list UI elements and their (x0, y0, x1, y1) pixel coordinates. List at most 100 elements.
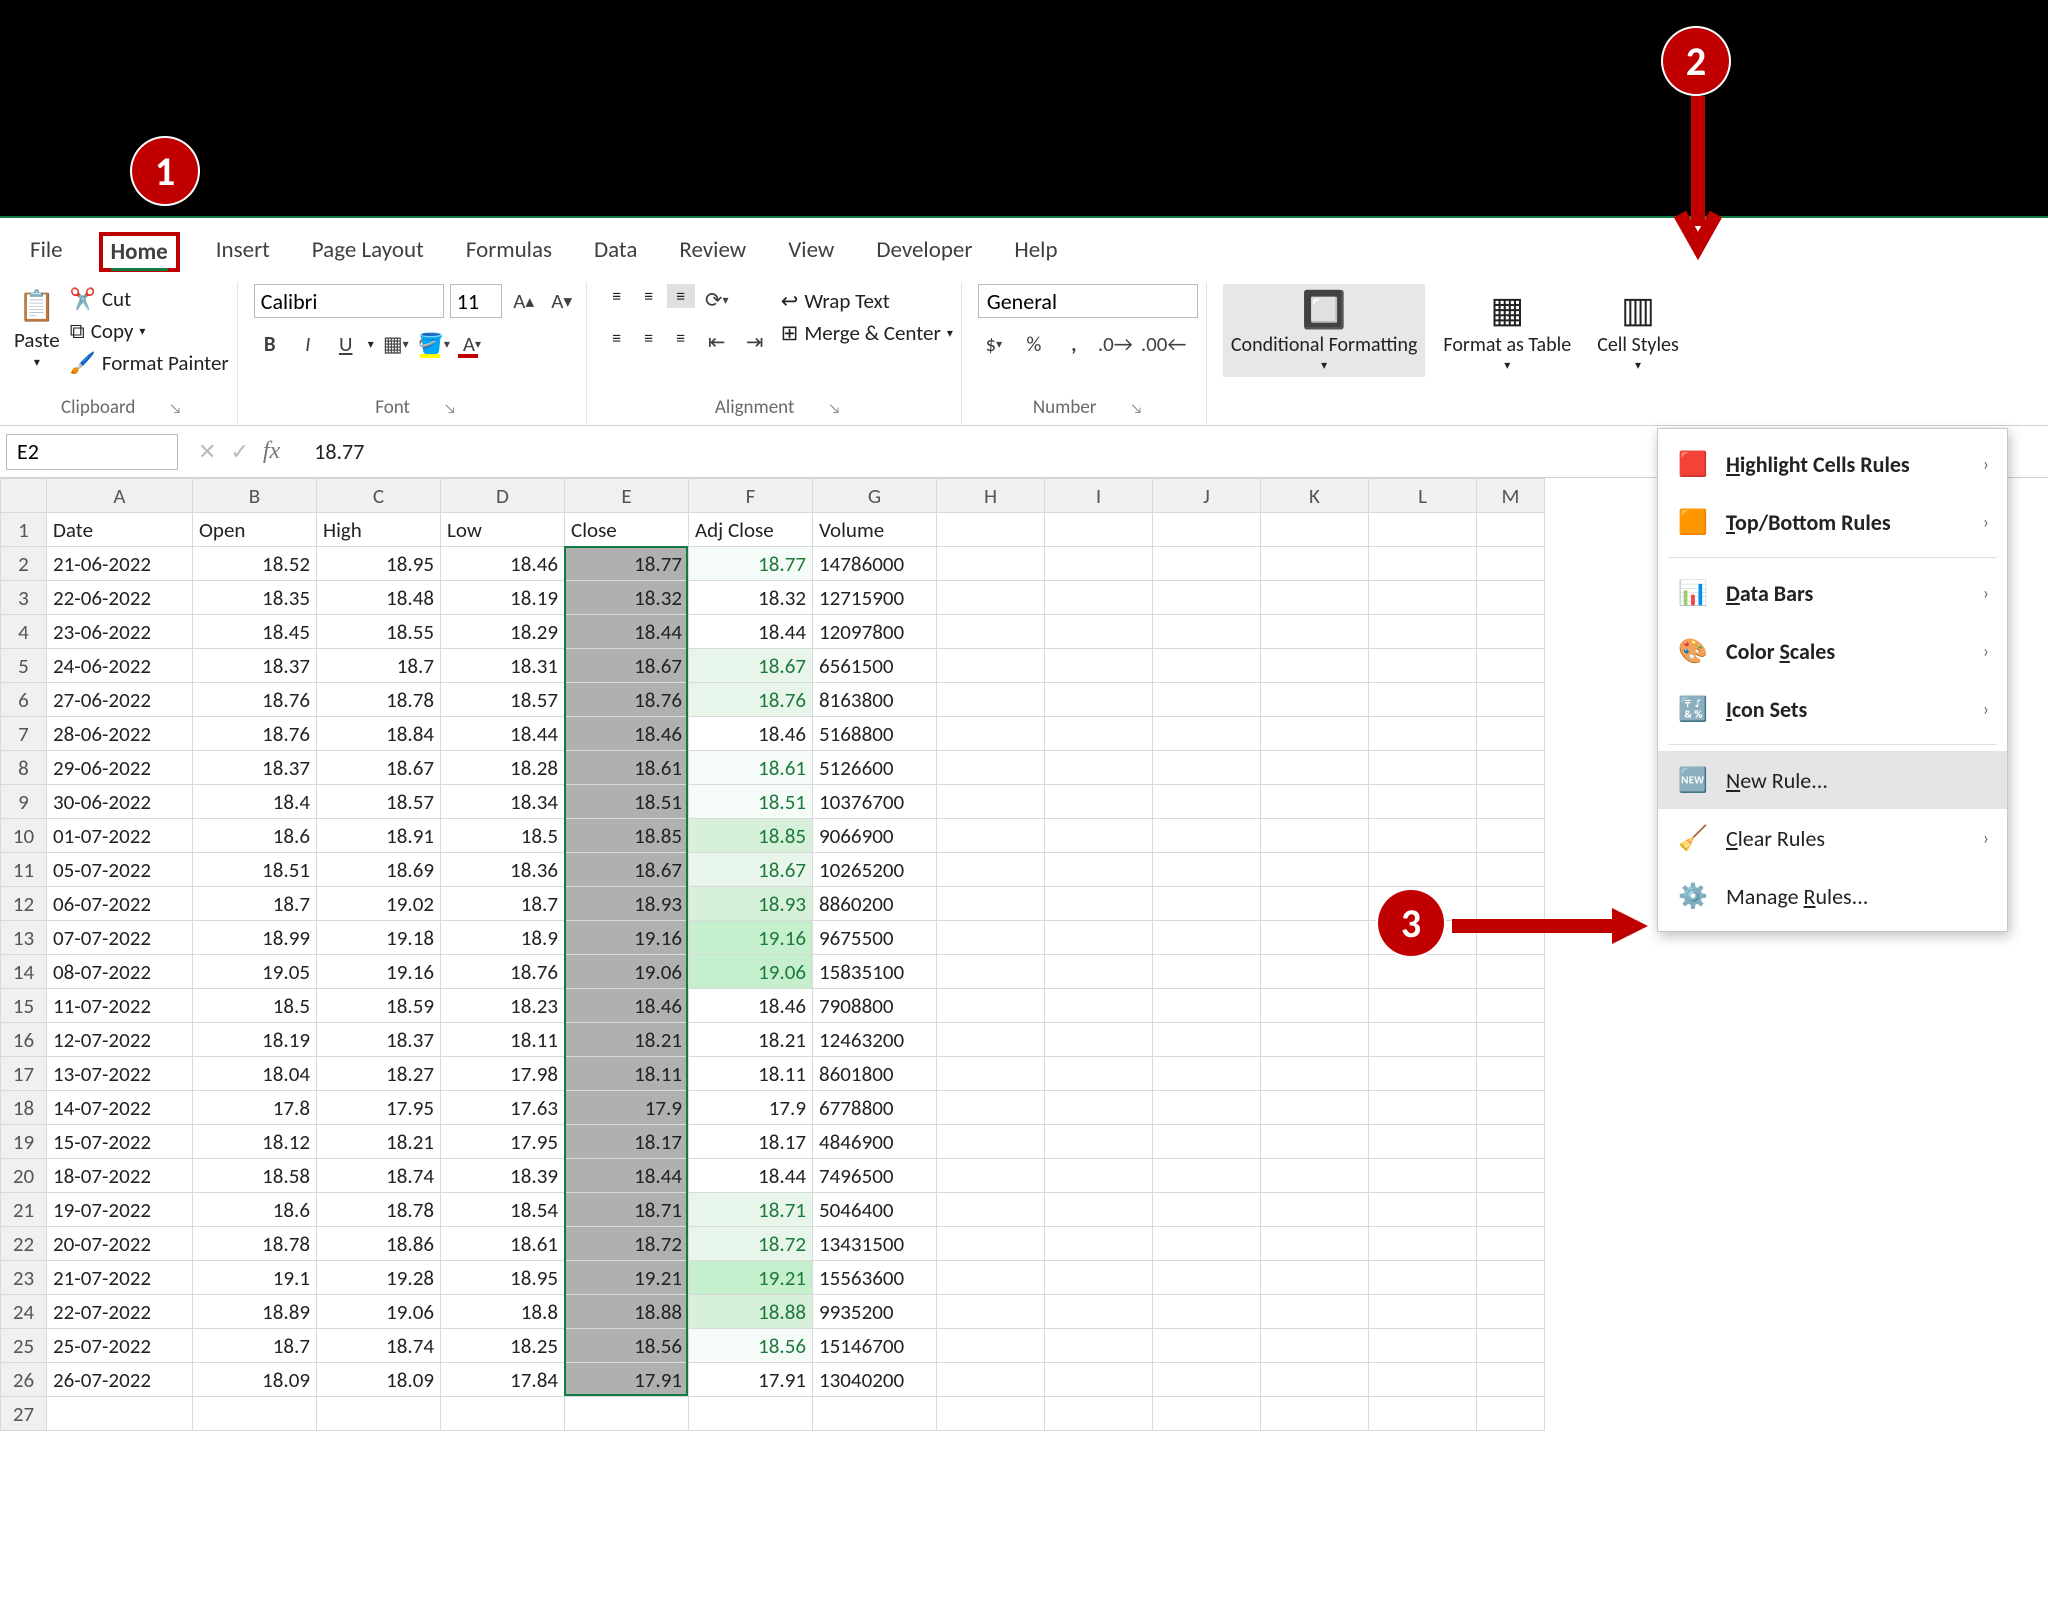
cell[interactable]: 18.11 (441, 1023, 565, 1057)
cell[interactable]: 18.57 (441, 683, 565, 717)
cell[interactable] (1261, 1193, 1369, 1227)
cell[interactable] (1477, 683, 1545, 717)
cell[interactable]: 7908800 (813, 989, 937, 1023)
cell[interactable] (1153, 581, 1261, 615)
cell[interactable] (1477, 1159, 1545, 1193)
cell[interactable]: 18.71 (689, 1193, 813, 1227)
cell[interactable]: 01-07-2022 (47, 819, 193, 853)
row-header-3[interactable]: 3 (1, 581, 47, 615)
cell[interactable]: 18.93 (689, 887, 813, 921)
cell[interactable] (937, 717, 1045, 751)
cell[interactable]: 9066900 (813, 819, 937, 853)
cell[interactable] (565, 1397, 689, 1431)
cell[interactable]: 18.11 (689, 1057, 813, 1091)
cell[interactable]: 18.71 (565, 1193, 689, 1227)
cell[interactable] (1477, 1295, 1545, 1329)
cell[interactable]: 18.28 (441, 751, 565, 785)
cell[interactable] (1369, 683, 1477, 717)
tab-developer[interactable]: Developer (870, 232, 978, 272)
row-header-25[interactable]: 25 (1, 1329, 47, 1363)
cell[interactable] (1477, 1363, 1545, 1397)
cell[interactable]: 18.17 (689, 1125, 813, 1159)
cell[interactable] (937, 1329, 1045, 1363)
cell[interactable]: 17.91 (689, 1363, 813, 1397)
cell[interactable] (937, 1363, 1045, 1397)
col-header-J[interactable]: J (1153, 479, 1261, 513)
cell[interactable] (1369, 989, 1477, 1023)
cell[interactable]: 5168800 (813, 717, 937, 751)
col-header-H[interactable]: H (937, 479, 1045, 513)
cell[interactable] (1369, 1329, 1477, 1363)
tab-home[interactable]: Home (99, 232, 180, 272)
cell[interactable] (937, 1261, 1045, 1295)
col-header-G[interactable]: G (813, 479, 937, 513)
fill-color-button[interactable]: 🪣▾ (418, 328, 450, 360)
format-painter-button[interactable]: 🖌️Format Painter (70, 350, 229, 376)
cell[interactable] (441, 1397, 565, 1431)
cell[interactable]: 18.56 (565, 1329, 689, 1363)
decrease-indent-icon[interactable]: ⇤ (701, 326, 733, 358)
fx-icon[interactable]: fx (263, 438, 280, 465)
cell[interactable] (1045, 819, 1153, 853)
cell[interactable]: 18.93 (565, 887, 689, 921)
cell[interactable] (1477, 785, 1545, 819)
cell[interactable] (1369, 717, 1477, 751)
cell[interactable] (1045, 955, 1153, 989)
cell[interactable] (1153, 1091, 1261, 1125)
cell[interactable]: 15563600 (813, 1261, 937, 1295)
decrease-font-icon[interactable]: A▾ (546, 285, 578, 317)
cell[interactable]: 19.21 (689, 1261, 813, 1295)
cell[interactable] (1477, 1057, 1545, 1091)
cell[interactable] (1369, 1125, 1477, 1159)
cell[interactable]: 15146700 (813, 1329, 937, 1363)
cell[interactable]: 18.44 (689, 615, 813, 649)
cell[interactable] (1153, 513, 1261, 547)
cell[interactable] (1153, 717, 1261, 751)
cell[interactable]: 19.02 (317, 887, 441, 921)
cell[interactable] (1477, 1261, 1545, 1295)
header-cell[interactable]: Volume (813, 513, 937, 547)
header-cell[interactable]: Close (565, 513, 689, 547)
cell[interactable] (1153, 683, 1261, 717)
cell[interactable] (1477, 1193, 1545, 1227)
cell[interactable]: 18.17 (565, 1125, 689, 1159)
cell[interactable] (1153, 1125, 1261, 1159)
cell[interactable] (1261, 887, 1369, 921)
cell[interactable]: 18.46 (441, 547, 565, 581)
cell[interactable] (1369, 547, 1477, 581)
row-header-20[interactable]: 20 (1, 1159, 47, 1193)
cf-color-scales[interactable]: 🎨 Color Scales › (1658, 622, 2007, 680)
cell[interactable] (1261, 615, 1369, 649)
cell[interactable] (1045, 513, 1153, 547)
cell[interactable]: 08-07-2022 (47, 955, 193, 989)
cell[interactable] (1153, 547, 1261, 581)
cell[interactable]: 18.89 (193, 1295, 317, 1329)
cell[interactable]: 18.25 (441, 1329, 565, 1363)
cell[interactable]: 18.4 (193, 785, 317, 819)
cell[interactable] (1261, 1261, 1369, 1295)
cell[interactable] (1261, 717, 1369, 751)
cell[interactable]: 21-06-2022 (47, 547, 193, 581)
cell[interactable]: 18.95 (317, 547, 441, 581)
cell[interactable]: 18.69 (317, 853, 441, 887)
cell[interactable]: 17.91 (565, 1363, 689, 1397)
cell[interactable]: 18.21 (565, 1023, 689, 1057)
cell[interactable]: 19.16 (565, 921, 689, 955)
row-header-14[interactable]: 14 (1, 955, 47, 989)
cell[interactable]: 8601800 (813, 1057, 937, 1091)
cell[interactable]: 18.32 (689, 581, 813, 615)
underline-button[interactable]: U (330, 328, 362, 360)
cell[interactable]: 18.34 (441, 785, 565, 819)
cell[interactable]: 17.9 (565, 1091, 689, 1125)
cf-top-bottom-rules[interactable]: 🟧 Top/Bottom Rules › (1658, 493, 2007, 551)
increase-indent-icon[interactable]: ⇥ (739, 326, 771, 358)
cell[interactable] (937, 615, 1045, 649)
cell[interactable] (1261, 683, 1369, 717)
cell[interactable] (1477, 717, 1545, 751)
cell[interactable] (1045, 1193, 1153, 1227)
cell[interactable] (813, 1397, 937, 1431)
cell[interactable]: 18.12 (193, 1125, 317, 1159)
cell[interactable] (1045, 717, 1153, 751)
cell[interactable] (1369, 1261, 1477, 1295)
cell[interactable] (937, 1091, 1045, 1125)
